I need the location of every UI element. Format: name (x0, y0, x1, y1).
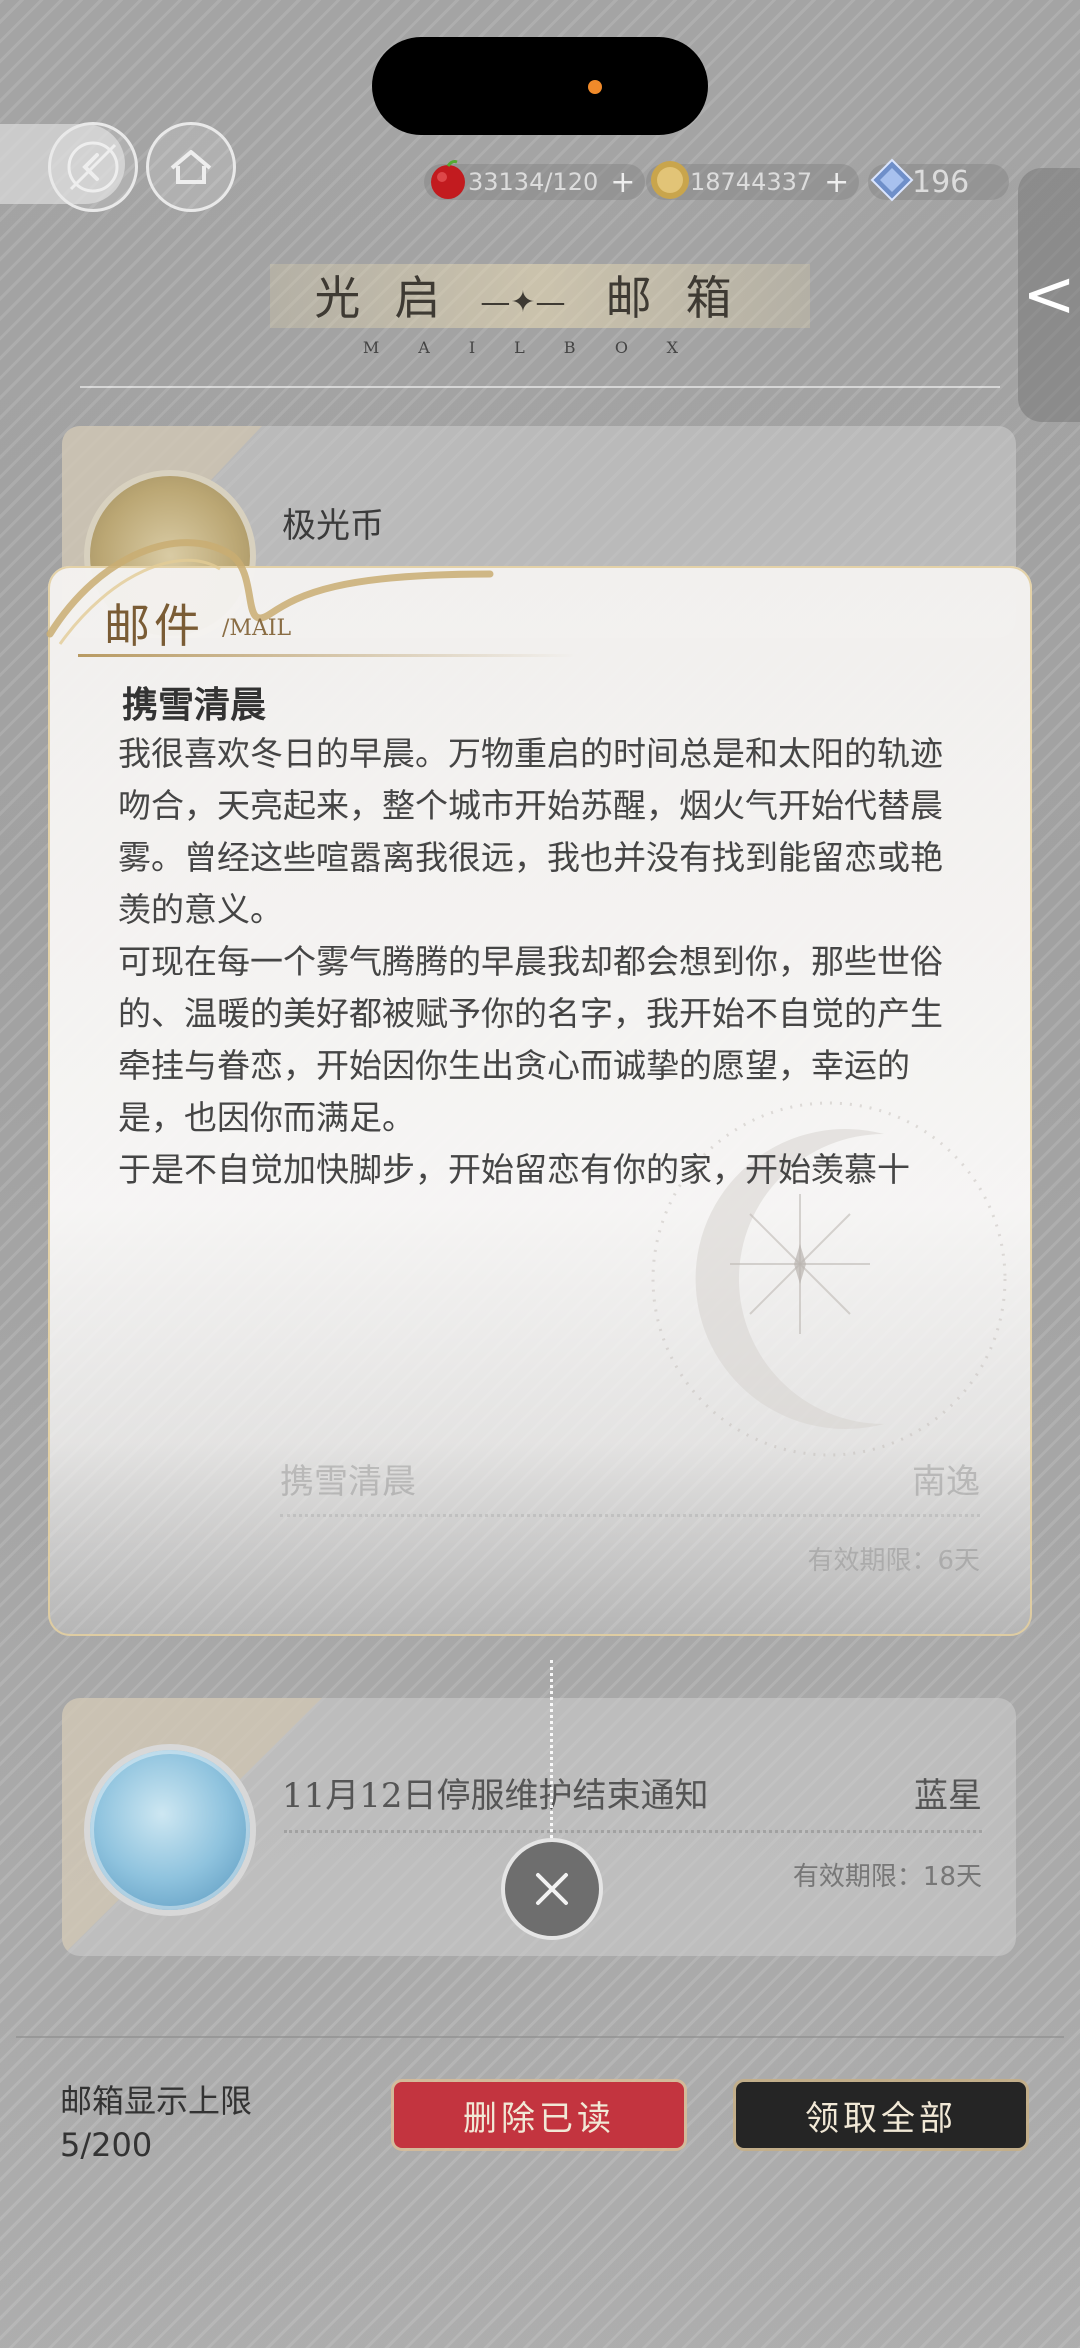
underlying-mail-sender: 南逸 (912, 1462, 980, 1502)
mail-panel-sublabel: /MAIL (222, 616, 292, 641)
plus-icon[interactable]: + (610, 165, 635, 200)
mail-expiry: 有效期限：18天 (792, 1862, 982, 1892)
gem-icon (870, 158, 914, 202)
dotted-divider (280, 1514, 980, 1517)
back-button[interactable] (48, 122, 138, 212)
claim-all-button[interactable]: 领取全部 (736, 2082, 1026, 2148)
delete-read-button[interactable]: 删除已读 (394, 2082, 684, 2148)
mailbox-limit-value: 5/200 (60, 2126, 153, 2164)
apple-icon (431, 160, 465, 199)
coin-icon (651, 161, 689, 199)
camera-notch (372, 37, 708, 135)
title-star-divider-icon: —✦— (480, 284, 566, 320)
dotted-divider (284, 1830, 982, 1833)
underlying-mail-title: 携雪清晨 (280, 1462, 416, 1502)
letter-paragraph: 我很喜欢冬日的早晨。万物重启的时间总是和太阳的轨迹吻合，天亮起来，整个城市开始苏… (118, 734, 943, 929)
home-icon (170, 150, 212, 184)
home-button[interactable] (146, 122, 236, 212)
plus-icon[interactable]: + (824, 165, 849, 200)
mail-panel-label: 邮件 (104, 599, 204, 653)
close-button[interactable] (501, 1838, 603, 1940)
letter-heading: 携雪清晨 (122, 685, 267, 726)
page-title-left: 光启 (314, 271, 475, 325)
page-title-right: 邮箱 (605, 271, 766, 325)
resource-coin-value: 18744337 (690, 168, 813, 196)
resource-gem-value: 196 (912, 164, 970, 200)
page-subtitle: MAILBOX (362, 338, 718, 357)
resource-coin[interactable]: 18744337 + (646, 161, 860, 202)
back-arrow-icon (67, 141, 119, 193)
letter-body: 我很喜欢冬日的早晨。万物重启的时间总是和太阳的轨迹吻合，天亮起来，整个城市开始苏… (118, 728, 962, 1196)
camera-indicator-dot (588, 80, 602, 94)
resource-apple-value: 33134/120 (468, 168, 599, 196)
close-connector-line (550, 1660, 553, 1856)
blue-star-medal-icon (84, 1744, 256, 1916)
mail-label-underline (78, 654, 578, 657)
mail-title: 11月12日停服维护结束通知 (282, 1776, 709, 1816)
letter-paragraph: 于是不自觉加快脚步，开始留恋有你的家，开始羡慕十 (118, 1150, 910, 1189)
letter-paragraph: 可现在每一个雾气腾腾的早晨我却都会想到你，那些世俗的、温暖的美好都被赋予你的名字… (118, 942, 943, 1137)
resource-apple[interactable]: 33134/120 + (424, 160, 646, 202)
page-title: 光启 —✦— 邮箱 (0, 262, 1080, 328)
close-icon (536, 1873, 568, 1905)
mailbox-limit-label: 邮箱显示上限 (60, 2082, 253, 2120)
title-divider (80, 386, 1000, 388)
footer-divider (16, 2036, 1064, 2038)
resource-gem[interactable]: 196 (868, 158, 1010, 202)
mail-sender: 蓝星 (914, 1776, 982, 1816)
underlying-mail-expiry: 有效期限：6天 (807, 1546, 980, 1576)
